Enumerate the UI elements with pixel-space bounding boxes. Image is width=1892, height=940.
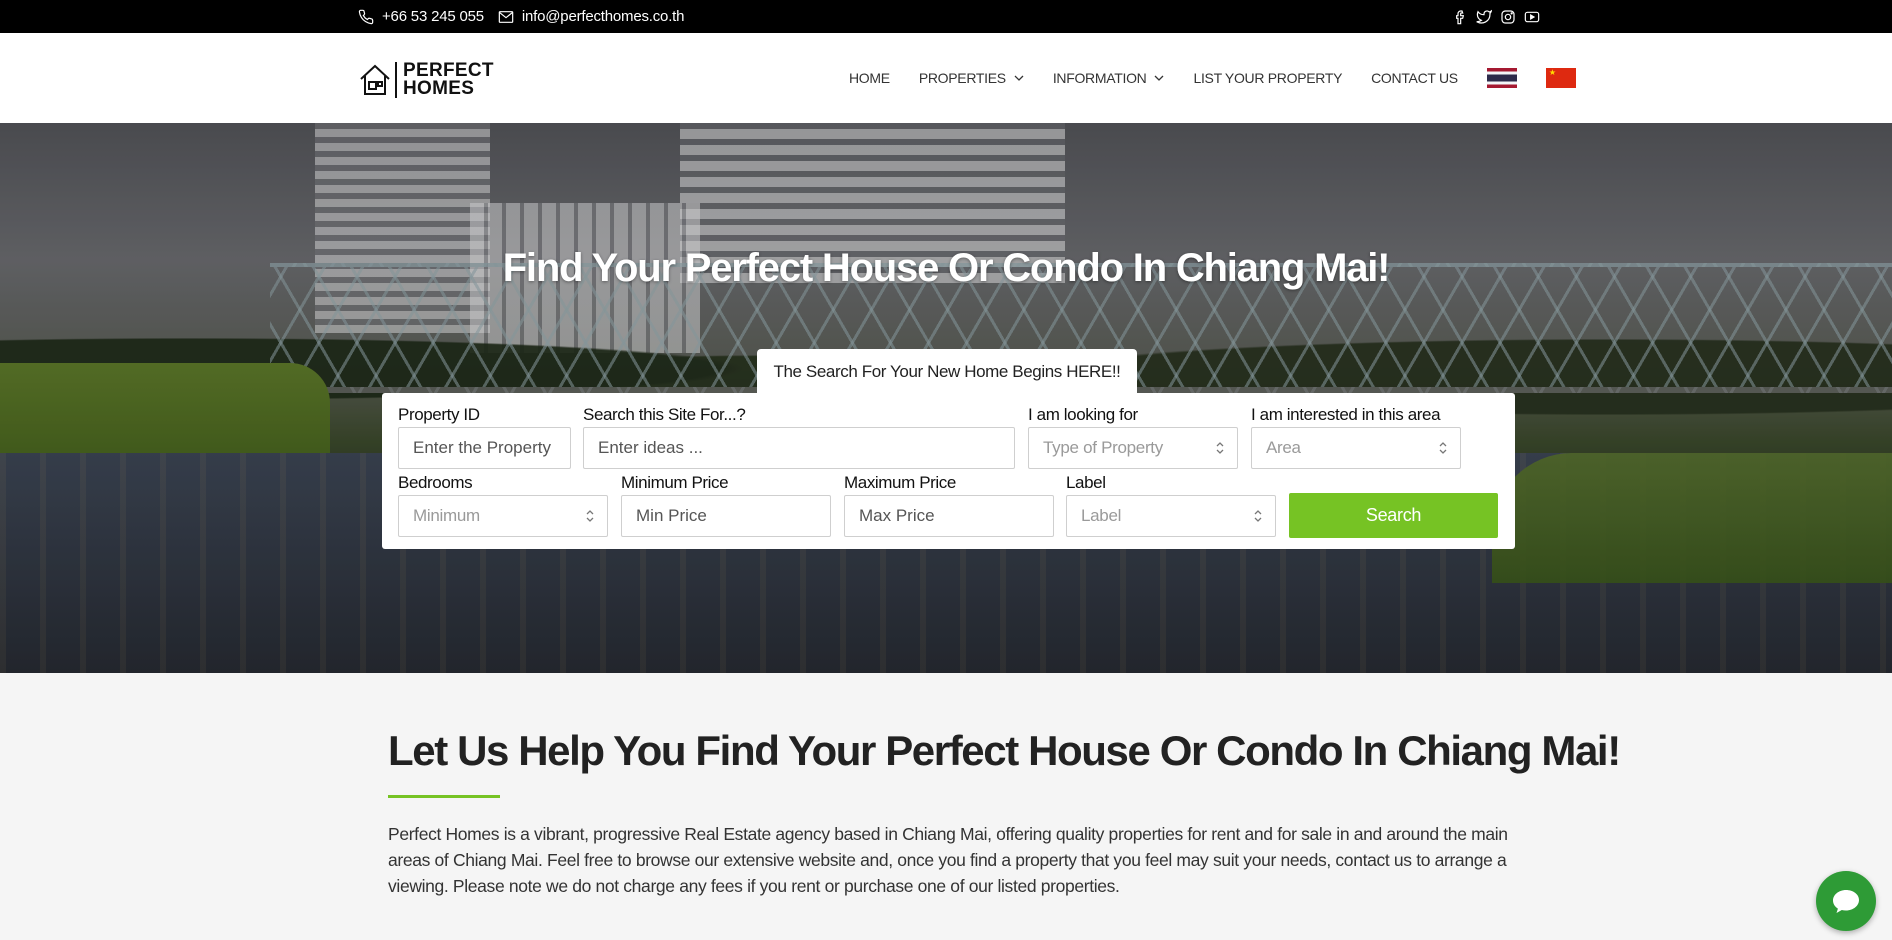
property-id-input[interactable] [413, 438, 556, 458]
area-field: I am interested in this area Area [1251, 405, 1461, 469]
looking-for-label: I am looking for [1028, 405, 1138, 424]
main-nav: HOME PROPERTIES INFORMATION LIST YOUR PR… [849, 33, 1576, 123]
select-arrows-icon [1216, 442, 1224, 454]
property-id-field: Property ID [398, 405, 571, 469]
search-tab[interactable]: The Search For Your New Home Begins HERE… [757, 349, 1137, 394]
select-arrows-icon [1439, 442, 1447, 454]
label-select[interactable]: Label [1066, 495, 1276, 537]
house-icon [360, 64, 390, 95]
min-price-input[interactable] [636, 506, 816, 526]
label-field: Label Label [1066, 473, 1276, 537]
site-search-input[interactable] [598, 438, 1000, 458]
max-price-field: Maximum Price [844, 473, 1054, 537]
looking-for-field: I am looking for Type of Property [1028, 405, 1238, 469]
site-logo[interactable]: PERFECT HOMES [359, 61, 494, 99]
twitter-icon[interactable] [1476, 9, 1492, 25]
area-select[interactable]: Area [1251, 427, 1461, 469]
bedrooms-label: Bedrooms [398, 473, 473, 492]
instagram-icon[interactable] [1500, 9, 1516, 25]
contact-info: +66 53 245 055 info@perfecthomes.co.th [358, 0, 684, 33]
max-price-label: Maximum Price [844, 473, 956, 492]
nav-contact-label: CONTACT US [1371, 70, 1458, 86]
heading-underline [388, 795, 500, 798]
nav-list-property[interactable]: LIST YOUR PROPERTY [1193, 70, 1342, 86]
bedrooms-field: Bedrooms Minimum [398, 473, 608, 537]
hero-title: Find Your Perfect House Or Condo In Chia… [502, 246, 1391, 290]
label-value: Label [1081, 506, 1122, 525]
site-search-field: Search this Site For...? [583, 405, 1015, 469]
mail-icon [498, 10, 514, 23]
area-label: I am interested in this area [1251, 405, 1441, 424]
social-links [1452, 0, 1540, 33]
area-value: Area [1266, 438, 1301, 457]
nav-information[interactable]: INFORMATION [1053, 70, 1165, 86]
max-price-input[interactable] [859, 506, 1039, 526]
phone-icon [358, 9, 374, 24]
property-id-label: Property ID [398, 405, 480, 424]
nav-properties-label: PROPERTIES [918, 70, 1006, 86]
chevron-down-icon [1155, 75, 1164, 81]
email-link[interactable]: info@perfecthomes.co.th [498, 8, 684, 25]
thai-flag-icon[interactable] [1486, 68, 1517, 88]
logo-wordmark: PERFECT HOMES [395, 61, 494, 99]
label-label: Label [1066, 473, 1106, 492]
phone-number: +66 53 245 055 [382, 8, 484, 25]
min-price-label: Minimum Price [621, 473, 729, 492]
select-arrows-icon [586, 510, 594, 522]
bedrooms-value: Minimum [413, 506, 480, 525]
min-price-field: Minimum Price [621, 473, 831, 537]
logo-line-2: HOMES [403, 78, 475, 99]
chat-bubble-icon [1833, 890, 1859, 913]
nav-list-property-label: LIST YOUR PROPERTY [1193, 70, 1343, 86]
top-bar: +66 53 245 055 info@perfecthomes.co.th [0, 0, 1892, 33]
intro-heading: Let Us Help You Find Your Perfect House … [388, 727, 1621, 774]
phone-link[interactable]: +66 53 245 055 [358, 8, 484, 25]
site-search-label: Search this Site For...? [583, 405, 746, 424]
nav-home-label: HOME [849, 70, 890, 86]
nav-properties[interactable]: PROPERTIES [919, 70, 1024, 86]
nav-information-label: INFORMATION [1052, 70, 1147, 86]
nav-contact[interactable]: CONTACT US [1371, 70, 1458, 86]
nav-home[interactable]: HOME [849, 70, 890, 86]
select-arrows-icon [1254, 510, 1262, 522]
youtube-icon[interactable] [1524, 9, 1540, 25]
email-address: info@perfecthomes.co.th [521, 8, 685, 25]
property-type-value: Type of Property [1043, 438, 1163, 457]
bedrooms-select[interactable]: Minimum [398, 495, 608, 537]
search-form: Property ID Search this Site For...? I a… [382, 393, 1515, 549]
china-flag-icon[interactable] [1545, 68, 1576, 88]
chevron-down-icon [1014, 75, 1024, 81]
search-button[interactable]: Search [1289, 493, 1498, 538]
chat-button[interactable] [1816, 871, 1876, 931]
intro-paragraph: Perfect Homes is a vibrant, progressive … [388, 824, 1508, 896]
facebook-icon[interactable] [1452, 9, 1468, 25]
property-type-select[interactable]: Type of Property [1028, 427, 1238, 469]
